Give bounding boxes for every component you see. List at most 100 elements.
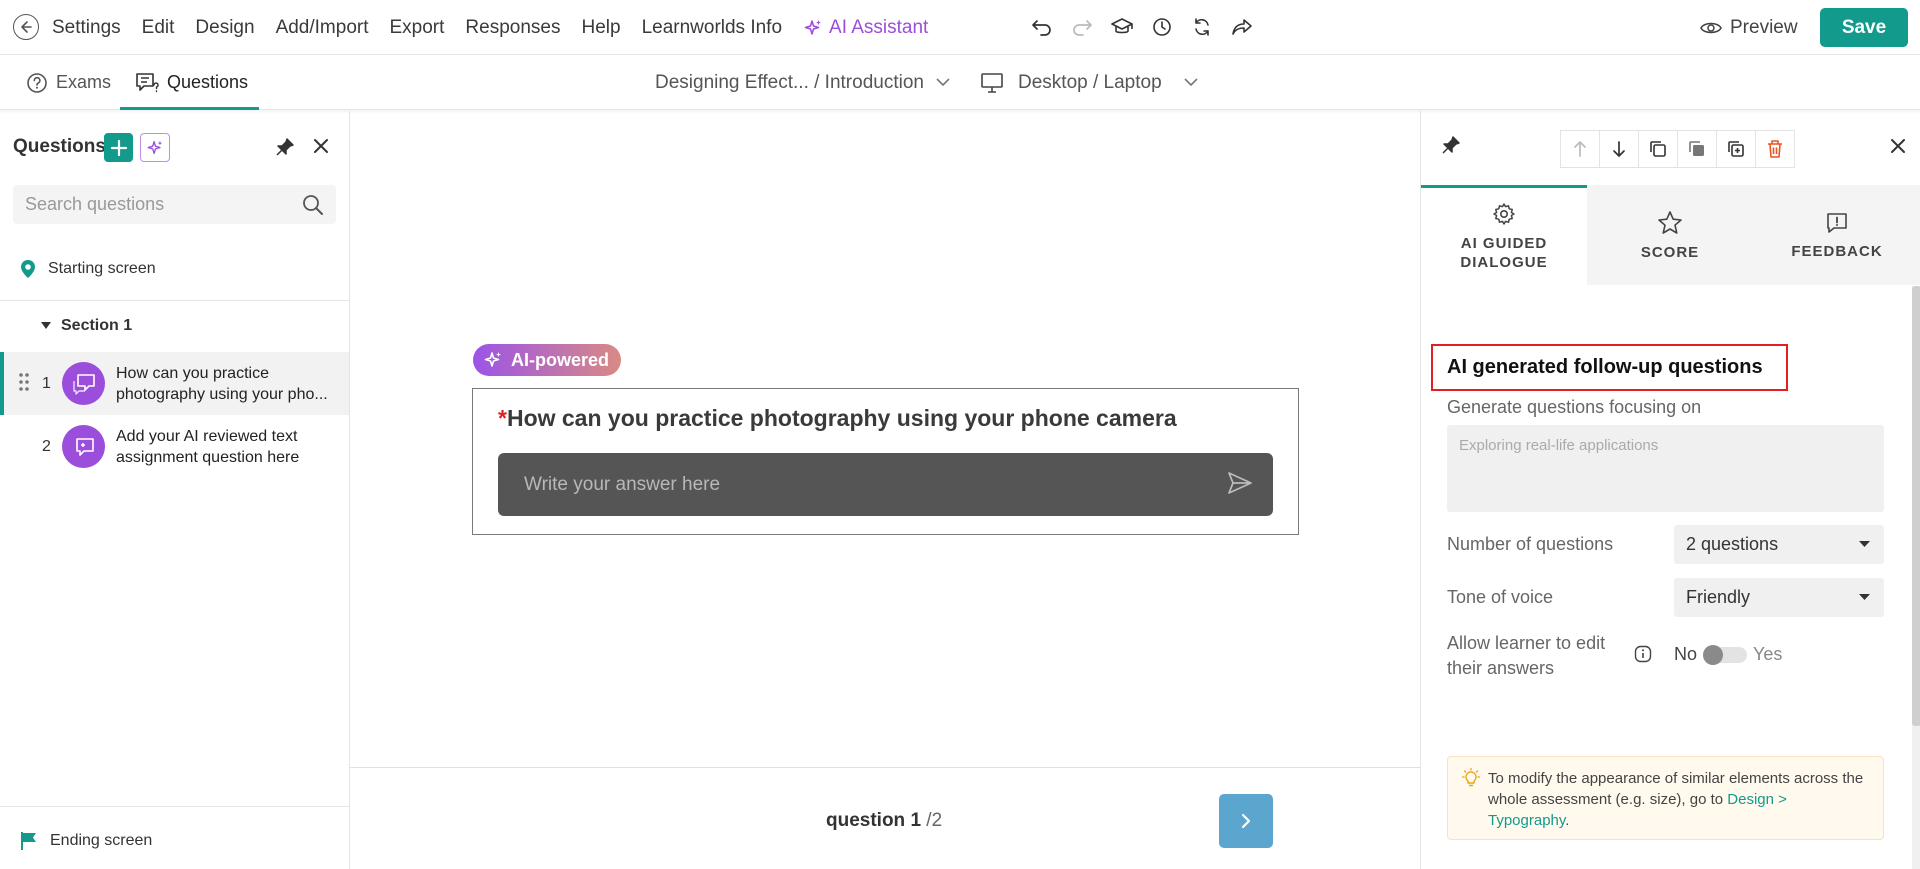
focus-label: Generate questions focusing on [1447, 397, 1702, 417]
send-icon[interactable] [1227, 471, 1253, 495]
pin-icon[interactable] [1441, 135, 1461, 155]
sidebar-title: Questions [13, 136, 106, 157]
menu-design[interactable]: Design [195, 17, 254, 39]
num-questions-label: Number of questions [1447, 534, 1614, 554]
sync-icon[interactable] [1190, 14, 1214, 40]
tab-exams[interactable]: Exams [26, 55, 111, 110]
menu-responses[interactable]: Responses [465, 17, 560, 39]
breadcrumb[interactable]: Designing Effect... / Introduction [655, 55, 950, 110]
add-question-button[interactable] [104, 133, 133, 162]
menu-edit[interactable]: Edit [142, 17, 175, 39]
settings-tabs: AI GUIDED DIALOGUE SCORE FEEDBACK [1421, 185, 1920, 285]
redo-icon[interactable] [1070, 14, 1094, 40]
required-mark: * [498, 405, 507, 431]
search-box [13, 185, 336, 224]
trash-icon[interactable] [1755, 130, 1795, 168]
top-menu-bar: Settings Edit Design Add/Import Export R… [0, 0, 1920, 55]
menu-settings[interactable]: Settings [52, 17, 121, 39]
question-title: How can you practice photography using y… [116, 364, 328, 403]
share-icon[interactable] [1230, 14, 1254, 40]
scrollbar[interactable] [1912, 286, 1920, 869]
tab-exams-label: Exams [56, 72, 112, 92]
caret-down-icon [41, 322, 51, 329]
question-card[interactable]: *How can you practice photography using … [472, 388, 1299, 535]
menu-ai-assistant[interactable]: AI Assistant [803, 17, 928, 39]
focus-textarea[interactable]: Exploring real-life applications [1447, 425, 1884, 512]
question-heading[interactable]: *How can you practice photography using … [498, 405, 1177, 432]
drag-handle-icon[interactable] [18, 372, 30, 392]
num-questions-value: 2 questions [1686, 534, 1779, 554]
tone-select[interactable]: Friendly [1674, 578, 1884, 617]
save-button[interactable]: Save [1820, 8, 1908, 47]
active-tab-indicator [120, 107, 259, 110]
ai-generate-button[interactable] [140, 133, 170, 162]
search-input[interactable] [13, 185, 336, 224]
ai-assistant-label: AI Assistant [829, 16, 929, 38]
sparkle-icon [147, 140, 163, 154]
question-actions [1560, 130, 1795, 168]
question-list-item-2[interactable]: 2 Add your AI reviewed text assignment q… [0, 415, 349, 478]
tab-questions-label: Questions [167, 72, 249, 92]
breadcrumb-label: Designing Effect... / Introduction [655, 71, 924, 93]
num-questions-select[interactable]: 2 questions [1674, 525, 1884, 564]
add-copy-icon[interactable] [1716, 130, 1756, 168]
undo-icon[interactable] [1030, 14, 1054, 40]
menu-add-import[interactable]: Add/Import [276, 17, 369, 39]
tab-questions[interactable]: Questions [135, 55, 248, 110]
section-header[interactable]: Section 1 [41, 317, 132, 335]
move-up-icon[interactable] [1560, 130, 1600, 168]
ai-dialogue-question-icon [62, 362, 105, 405]
copy-icon[interactable] [1638, 130, 1678, 168]
question-number: 1 [42, 374, 51, 392]
duplicate-icon[interactable] [1677, 130, 1717, 168]
secondary-bar: Exams Questions Designing Effect... / In… [0, 55, 1920, 110]
tab-ai-guided-dialogue-label: AI GUIDED DIALOGUE [1460, 234, 1548, 271]
close-icon[interactable] [1889, 137, 1907, 155]
graduation-cap-icon[interactable] [1110, 14, 1134, 40]
ai-powered-badge: AI-powered [473, 344, 622, 376]
divider [350, 767, 1420, 768]
menu-help[interactable]: Help [581, 17, 620, 39]
info-icon[interactable] [1634, 645, 1652, 663]
preview-label: Preview [1730, 17, 1798, 38]
tone-value: Friendly [1686, 587, 1751, 607]
search-icon[interactable] [302, 194, 324, 216]
close-icon[interactable] [312, 137, 330, 155]
sparkle-icon [804, 19, 822, 35]
questions-sidebar: Questions Starting screen Section 1 1 Ho… [0, 111, 350, 869]
pager-total: /2 [926, 810, 943, 831]
answer-input[interactable] [498, 453, 1273, 516]
chevron-down-icon [1184, 78, 1198, 87]
divider [0, 806, 350, 807]
move-down-icon[interactable] [1599, 130, 1639, 168]
next-question-button[interactable] [1219, 794, 1273, 848]
menu-learnworlds-info[interactable]: Learnworlds Info [642, 17, 782, 39]
feedback-icon [1827, 212, 1847, 233]
chevron-right-icon [1241, 813, 1251, 829]
caret-down-icon [1859, 541, 1870, 547]
tip-end: . [1565, 812, 1570, 829]
switch-knob [1703, 644, 1724, 665]
preview-button[interactable]: Preview [1700, 12, 1798, 44]
back-arrow-icon[interactable] [13, 14, 39, 40]
main-menu: Settings Edit Design Add/Import Export R… [52, 0, 949, 55]
plus-icon [110, 139, 127, 156]
tab-score[interactable]: SCORE [1587, 185, 1753, 285]
tab-feedback[interactable]: FEEDBACK [1753, 185, 1920, 285]
allow-edit-switch[interactable] [1703, 644, 1748, 665]
caret-down-icon [1859, 594, 1870, 600]
starting-screen-item[interactable]: Starting screen [20, 259, 156, 279]
questions-list-icon [136, 72, 159, 92]
device-selector[interactable]: Desktop / Laptop [980, 55, 1198, 110]
question-list-item-1[interactable]: 1 How can you practice photography using… [0, 352, 349, 415]
toggle-yes-label: Yes [1753, 644, 1783, 664]
question-pager: question 1 /2 [826, 810, 942, 832]
ending-screen-item[interactable]: Ending screen [20, 831, 152, 851]
scrollbar-thumb[interactable] [1912, 286, 1920, 726]
star-icon [1658, 210, 1682, 234]
menu-export[interactable]: Export [390, 17, 445, 39]
history-clock-icon[interactable] [1150, 14, 1174, 40]
tab-ai-guided-dialogue[interactable]: AI GUIDED DIALOGUE [1421, 185, 1587, 285]
pin-icon[interactable] [275, 137, 295, 157]
tab-feedback-label: FEEDBACK [1791, 242, 1883, 260]
